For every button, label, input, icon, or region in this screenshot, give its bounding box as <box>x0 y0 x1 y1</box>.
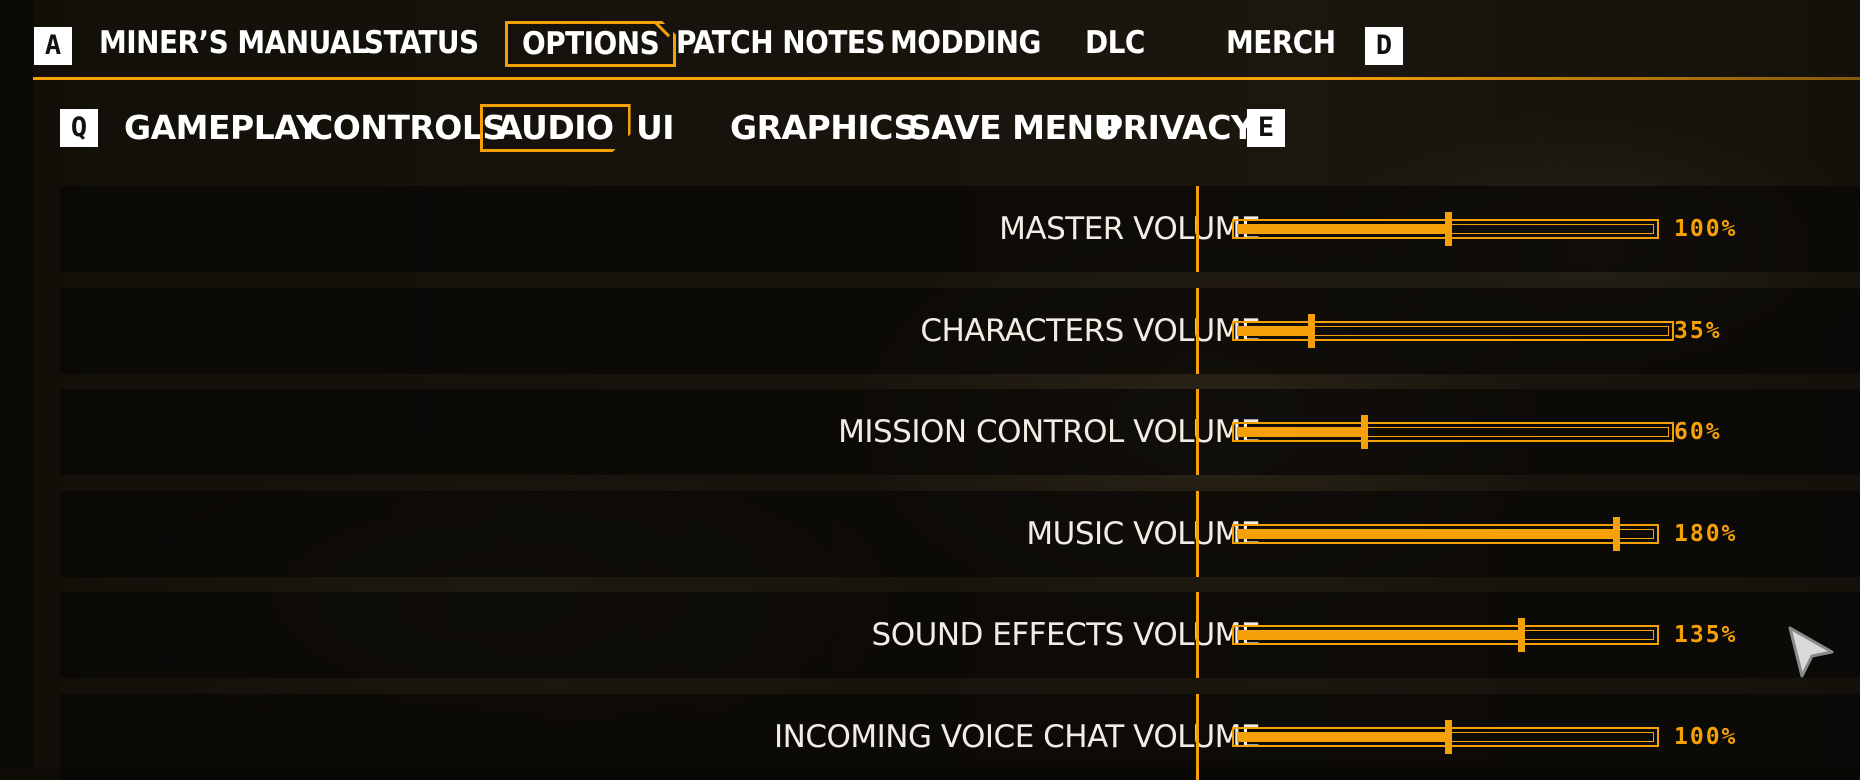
key-hint-next-subtab: E <box>1247 109 1285 147</box>
slider-value: 180% <box>1674 521 1738 547</box>
setting-label: SOUND EFFECTS VOLUME <box>871 617 1261 653</box>
slider-fill <box>1237 732 1448 742</box>
tab-merch[interactable]: MERCH <box>1226 20 1336 66</box>
subtab-privacy[interactable]: PRIVACY <box>1099 104 1255 152</box>
slider-fill <box>1237 630 1521 640</box>
tab-modding[interactable]: MODDING <box>890 20 1041 66</box>
volume-slider[interactable] <box>1232 415 1674 449</box>
slider-thumb[interactable] <box>1518 618 1525 652</box>
slider-value: 35% <box>1674 318 1722 344</box>
row-divider <box>1196 389 1199 475</box>
tab-status[interactable]: STATUS <box>364 20 479 66</box>
setting-row-characters-volume: CHARACTERS VOLUME 35% <box>60 288 1860 374</box>
left-edge-strip <box>0 0 33 767</box>
row-divider <box>1196 186 1199 272</box>
row-divider <box>1196 694 1199 780</box>
setting-label: MASTER VOLUME <box>999 211 1260 247</box>
slider-thumb[interactable] <box>1445 720 1452 754</box>
row-divider <box>1196 288 1199 374</box>
subtab-ui[interactable]: UI <box>636 104 675 152</box>
key-hint-next-tab: D <box>1365 27 1403 65</box>
setting-row-sound-effects-volume: SOUND EFFECTS VOLUME 135% <box>60 592 1860 678</box>
volume-slider[interactable] <box>1232 720 1659 754</box>
subtab-graphics[interactable]: GRAPHICS <box>730 104 917 152</box>
top-nav: A MINER’S MANUAL STATUS OPTIONS PATCH NO… <box>0 0 1860 92</box>
row-divider <box>1196 592 1199 678</box>
slider-value: 100% <box>1674 216 1738 242</box>
setting-row-mission-control-volume: MISSION CONTROL VOLUME 60% <box>60 389 1860 475</box>
mouse-pointer-icon <box>1788 626 1834 678</box>
volume-slider[interactable] <box>1232 314 1674 348</box>
key-hint-prev-tab: A <box>34 27 72 65</box>
key-hint-prev-subtab: Q <box>60 109 98 147</box>
volume-slider[interactable] <box>1232 517 1659 551</box>
top-nav-divider <box>33 77 1860 80</box>
tab-options[interactable]: OPTIONS <box>505 21 676 67</box>
subtab-audio[interactable]: AUDIO <box>480 104 631 152</box>
slider-thumb[interactable] <box>1308 314 1315 348</box>
slider-fill <box>1237 427 1364 437</box>
slider-value: 135% <box>1674 622 1738 648</box>
slider-thumb[interactable] <box>1613 517 1620 551</box>
slider-thumb[interactable] <box>1445 212 1452 246</box>
volume-slider[interactable] <box>1232 618 1659 652</box>
slider-fill <box>1237 326 1311 336</box>
subtab-gameplay[interactable]: GAMEPLAY <box>124 104 320 152</box>
setting-label: MUSIC VOLUME <box>1026 516 1260 552</box>
tab-patch-notes[interactable]: PATCH NOTES <box>676 20 886 66</box>
slider-fill <box>1237 529 1616 539</box>
slider-value: 100% <box>1674 724 1738 750</box>
setting-label: INCOMING VOICE CHAT VOLUME <box>774 719 1260 755</box>
slider-value: 60% <box>1674 419 1722 445</box>
subtab-save-menu[interactable]: SAVE MENU <box>908 104 1120 152</box>
setting-label: CHARACTERS VOLUME <box>920 313 1260 349</box>
slider-fill <box>1237 224 1448 234</box>
row-divider <box>1196 491 1199 577</box>
tab-dlc[interactable]: DLC <box>1085 20 1145 66</box>
setting-row-master-volume: MASTER VOLUME 100% <box>60 186 1860 272</box>
tab-miners-manual[interactable]: MINER’S MANUAL <box>99 20 369 66</box>
volume-slider[interactable] <box>1232 212 1659 246</box>
slider-thumb[interactable] <box>1361 415 1368 449</box>
subtab-controls[interactable]: CONTROLS <box>309 104 506 152</box>
setting-row-music-volume: MUSIC VOLUME 180% <box>60 491 1860 577</box>
setting-row-incoming-voice-chat-volume: INCOMING VOICE CHAT VOLUME 100% <box>60 694 1860 780</box>
